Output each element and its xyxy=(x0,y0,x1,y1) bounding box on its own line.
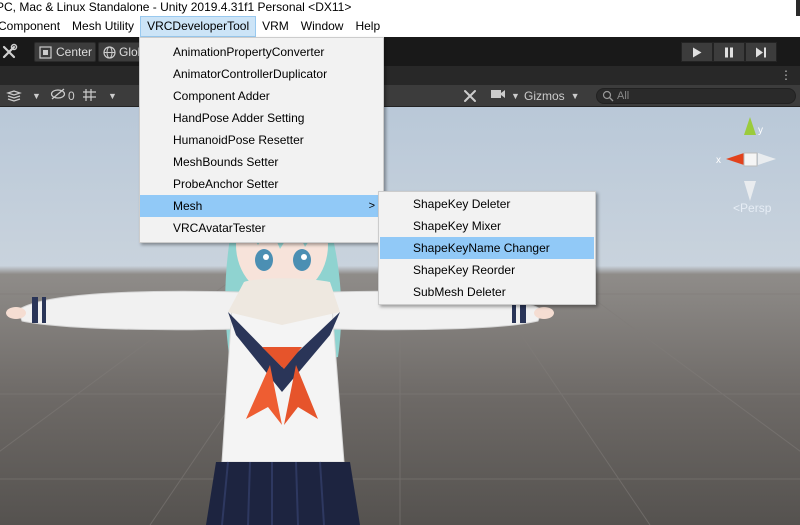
pivot-label: Center xyxy=(56,45,93,59)
tools-icon[interactable] xyxy=(462,88,478,104)
more-options-icon[interactable]: ⋮ xyxy=(780,68,792,82)
camera-icon[interactable] xyxy=(490,88,506,100)
pause-icon[interactable] xyxy=(713,42,745,62)
gizmo-axis-y: y xyxy=(758,125,763,136)
window-title-text: PC, Mac & Linux Standalone - Unity 2019.… xyxy=(0,0,352,14)
submenu-item-shapekeyname-changer[interactable]: ShapeKeyName Changer xyxy=(380,237,594,259)
gizmos-label: Gizmos xyxy=(524,89,565,103)
chevron-down-icon: ▼ xyxy=(570,91,580,101)
gizmo-axis-x: x xyxy=(716,155,721,166)
menu-item-handpose-adder-setting[interactable]: HandPose Adder Setting xyxy=(140,107,383,129)
playback-controls xyxy=(681,42,777,62)
menu-item-animationpropertyconverter[interactable]: AnimationPropertyConverter xyxy=(140,41,383,63)
submenu-item-shapekey-mixer[interactable]: ShapeKey Mixer xyxy=(380,215,594,237)
projection-label: Persp xyxy=(740,201,772,215)
space-toggle-button[interactable]: Global xyxy=(98,42,144,62)
menu-vrcdevelopertool[interactable]: VRCDeveloperTool xyxy=(140,16,257,37)
step-icon[interactable] xyxy=(745,42,777,62)
scene-toolbar: ▼ 0 ▼ ▼ Gizmos ▼ All xyxy=(0,85,800,107)
vrcdevelopertool-dropdown: AnimationPropertyConverter AnimatorContr… xyxy=(139,37,384,243)
scene-viewport[interactable]: x y <Persp xyxy=(0,107,800,525)
projection-toggle[interactable]: <Persp xyxy=(733,201,771,215)
chevron-down-icon[interactable]: ▼ xyxy=(511,88,520,104)
menu-item-component-adder[interactable]: Component Adder xyxy=(140,85,383,107)
visibility-toggle[interactable]: 0 xyxy=(50,88,75,104)
chevron-down-icon[interactable]: ▼ xyxy=(32,88,41,104)
grid-icon[interactable] xyxy=(82,88,98,102)
menu-item-mesh[interactable]: Mesh > xyxy=(140,195,383,217)
tools-icon[interactable] xyxy=(0,43,20,61)
menu-help[interactable]: Help xyxy=(349,16,386,37)
menu-component[interactable]: Component xyxy=(0,16,66,37)
chevron-down-icon[interactable]: ▼ xyxy=(108,88,117,104)
search-icon xyxy=(602,90,614,106)
eye-slash-icon xyxy=(50,88,66,104)
menu-mesh-utility[interactable]: Mesh Utility xyxy=(66,16,140,37)
tab-strip: ⋮ xyxy=(0,66,800,85)
menu-window[interactable]: Window xyxy=(295,16,350,37)
menu-item-animatorcontrollerduplicator[interactable]: AnimatorControllerDuplicator xyxy=(140,63,383,85)
chevron-right-icon: > xyxy=(368,200,375,212)
search-placeholder: All xyxy=(617,90,630,102)
menu-item-humanoidpose-resetter[interactable]: HumanoidPose Resetter xyxy=(140,129,383,151)
main-toolbar: Center Global xyxy=(0,37,800,66)
submenu-item-shapekey-deleter[interactable]: ShapeKey Deleter xyxy=(380,193,594,215)
gizmos-dropdown[interactable]: Gizmos ▼ xyxy=(524,88,580,104)
orientation-gizmo[interactable]: x y xyxy=(706,115,796,201)
projection-icon: < xyxy=(733,201,741,215)
menu-item-meshbounds-setter[interactable]: MeshBounds Setter xyxy=(140,151,383,173)
pivot-toggle-button[interactable]: Center xyxy=(34,42,96,62)
menu-vrm[interactable]: VRM xyxy=(256,16,295,37)
draw-mode-icon[interactable] xyxy=(6,88,28,104)
globe-icon xyxy=(103,45,116,59)
window-title: PC, Mac & Linux Standalone - Unity 2019.… xyxy=(0,0,796,16)
avatar-character xyxy=(6,187,554,525)
play-icon[interactable] xyxy=(681,42,713,62)
scene-search-input[interactable]: All xyxy=(596,88,796,104)
menu-bar: Component Mesh Utility VRCDeveloperTool … xyxy=(0,16,800,37)
pivot-icon xyxy=(39,45,52,59)
hidden-count: 0 xyxy=(68,89,75,103)
menu-item-mesh-label: Mesh xyxy=(173,199,203,213)
menu-item-probeanchor-setter[interactable]: ProbeAnchor Setter xyxy=(140,173,383,195)
menu-item-vrcavatartester[interactable]: VRCAvatarTester xyxy=(140,217,383,239)
submenu-item-shapekey-reorder[interactable]: ShapeKey Reorder xyxy=(380,259,594,281)
submenu-item-submesh-deleter[interactable]: SubMesh Deleter xyxy=(380,281,594,303)
mesh-submenu: ShapeKey Deleter ShapeKey Mixer ShapeKey… xyxy=(378,191,596,305)
